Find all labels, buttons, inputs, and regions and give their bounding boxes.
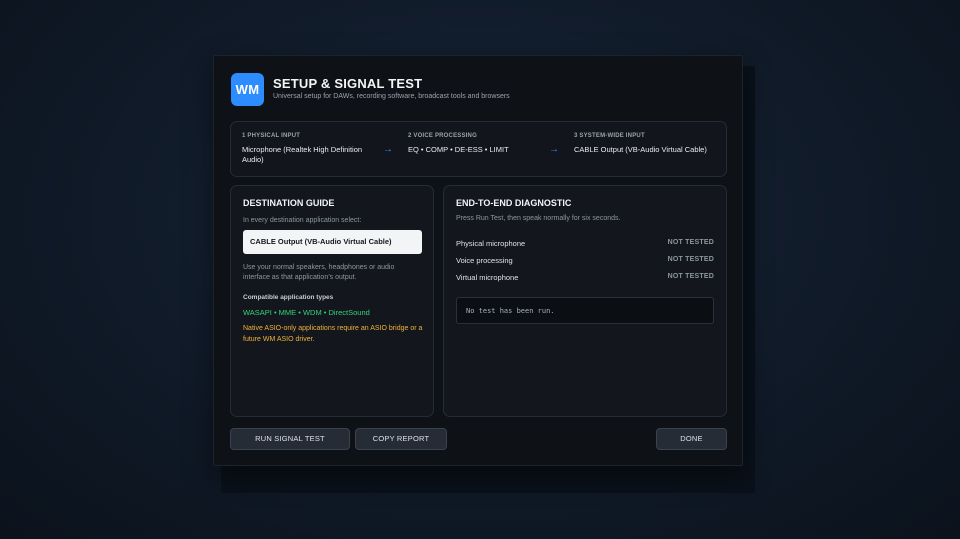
guide-description: Use your normal speakers, headphones or … [243, 264, 395, 281]
dialog-title: SETUP & SIGNAL TEST [273, 76, 423, 91]
stage-system-wide-input: 3 SYSTEM-WIDE INPUT CABLE Output (VB-Aud… [574, 133, 724, 155]
status-label: Voice processing [456, 256, 513, 265]
device-name-field[interactable]: CABLE Output (VB-Audio Virtual Cable) [243, 230, 422, 254]
status-row: Voice processing NOT TESTED [456, 256, 714, 266]
arrow-right-icon: → [549, 144, 559, 155]
signal-pipeline: 1 PHYSICAL INPUT Microphone (Realtek Hig… [230, 121, 727, 177]
panel-title: END-TO-END DIAGNOSTIC [456, 198, 572, 208]
stage-physical-input: 1 PHYSICAL INPUT Microphone (Realtek Hig… [242, 133, 377, 165]
destination-guide-panel: DESTINATION GUIDE In every destination a… [230, 185, 434, 417]
status-value: NOT TESTED [667, 239, 714, 246]
guide-instruction: In every destination application select: [243, 217, 362, 224]
status-label: Physical microphone [456, 239, 526, 248]
status-label: Virtual microphone [456, 273, 519, 282]
arrow-right-icon: → [383, 144, 393, 155]
setup-dialog: WM SETUP & SIGNAL TEST Universal setup f… [213, 55, 743, 466]
dialog-subtitle: Universal setup for DAWs, recording soft… [273, 93, 510, 100]
status-row: Physical microphone NOT TESTED [456, 239, 714, 249]
stage-label: 3 SYSTEM-WIDE INPUT [574, 133, 645, 139]
run-signal-test-button[interactable]: RUN SIGNAL TEST [230, 428, 350, 450]
asio-note: Native ASIO-only applications require an… [243, 325, 423, 343]
app-logo: WM [231, 73, 264, 106]
stage-label: 1 PHYSICAL INPUT [242, 133, 301, 139]
stage-voice-processing: 2 VOICE PROCESSING EQ • COMP • DE-ESS • … [408, 133, 548, 155]
diagnostic-instruction: Press Run Test, then speak normally for … [456, 215, 621, 222]
copy-report-button[interactable]: COPY REPORT [355, 428, 447, 450]
status-value: NOT TESTED [667, 273, 714, 280]
compat-types: WASAPI • MME • WDM • DirectSound [243, 308, 370, 317]
stage-label: 2 VOICE PROCESSING [408, 133, 477, 139]
stage-value: CABLE Output (VB-Audio Virtual Cable) [574, 145, 707, 154]
stage-value: EQ • COMP • DE-ESS • LIMIT [408, 145, 509, 154]
status-row: Virtual microphone NOT TESTED [456, 273, 714, 283]
panel-title: DESTINATION GUIDE [243, 198, 335, 208]
stage-value: Microphone (Realtek High Definition Audi… [242, 145, 363, 164]
diagnostic-panel: END-TO-END DIAGNOSTIC Press Run Test, th… [443, 185, 727, 417]
diagnostic-log: No test has been run. [456, 297, 714, 324]
status-value: NOT TESTED [667, 256, 714, 263]
done-button[interactable]: DONE [656, 428, 727, 450]
compat-title: Compatible application types [243, 294, 334, 301]
